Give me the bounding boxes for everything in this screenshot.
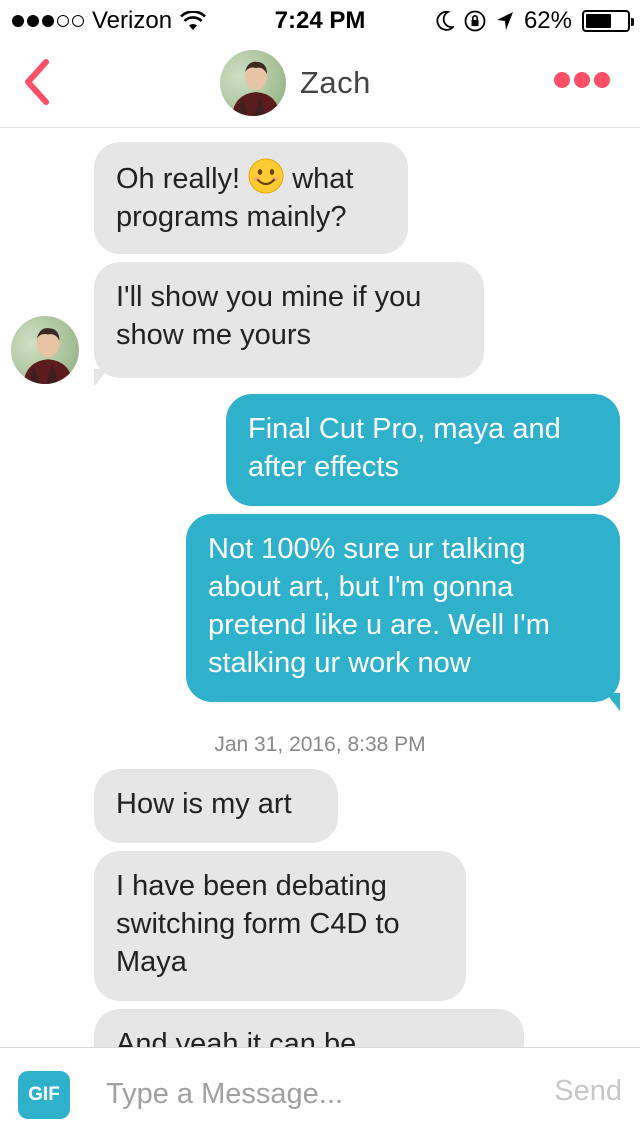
message-bubble-outgoing[interactable]: Not 100% sure ur talking about art, but … xyxy=(186,514,620,702)
message-timestamp: Jan 31, 2016, 8:38 PM xyxy=(214,733,426,756)
battery-percent: 62% xyxy=(523,7,572,34)
chat-screen: Verizon 7:24 PM 62% Zach Oh really! what… xyxy=(0,0,640,1136)
smiling-face-icon xyxy=(248,158,284,194)
more-options-button[interactable] xyxy=(554,72,610,88)
nav-bar: Zach xyxy=(0,40,640,128)
message-bubble-outgoing[interactable]: Final Cut Pro, maya and after effects xyxy=(226,394,620,506)
gif-button[interactable]: GIF xyxy=(18,1071,70,1119)
moon-icon xyxy=(436,11,454,31)
status-right: 62% xyxy=(436,7,634,35)
chevron-left-icon xyxy=(25,59,49,105)
message-bubble-incoming[interactable]: Oh really! what programs mainly? xyxy=(94,142,408,254)
message-bubble-incoming[interactable]: I'll show you mine if you show me yours xyxy=(94,262,484,378)
rotation-lock-icon xyxy=(464,10,486,32)
back-button[interactable] xyxy=(16,56,56,108)
avatar[interactable] xyxy=(220,50,286,116)
contact-header[interactable]: Zach xyxy=(220,50,371,116)
message-text: Oh really! xyxy=(116,163,249,195)
location-arrow-icon xyxy=(496,12,513,30)
message-input[interactable] xyxy=(106,1068,526,1120)
message-bubble-incoming[interactable]: I have been debating switching form C4D … xyxy=(94,851,466,1001)
status-bar: Verizon 7:24 PM 62% xyxy=(0,0,640,40)
more-dots-icon xyxy=(554,72,570,88)
avatar[interactable] xyxy=(11,316,79,384)
message-list[interactable]: Oh really! what programs mainly? I'll sh… xyxy=(0,129,640,1047)
message-composer: GIF Send xyxy=(0,1047,640,1136)
message-bubble-incoming[interactable]: How is my art xyxy=(94,769,338,843)
contact-name: Zach xyxy=(300,65,371,100)
battery-icon xyxy=(582,10,634,32)
message-bubble-incoming[interactable]: And yeah it can be xyxy=(94,1009,524,1047)
send-button[interactable]: Send xyxy=(554,1075,622,1108)
